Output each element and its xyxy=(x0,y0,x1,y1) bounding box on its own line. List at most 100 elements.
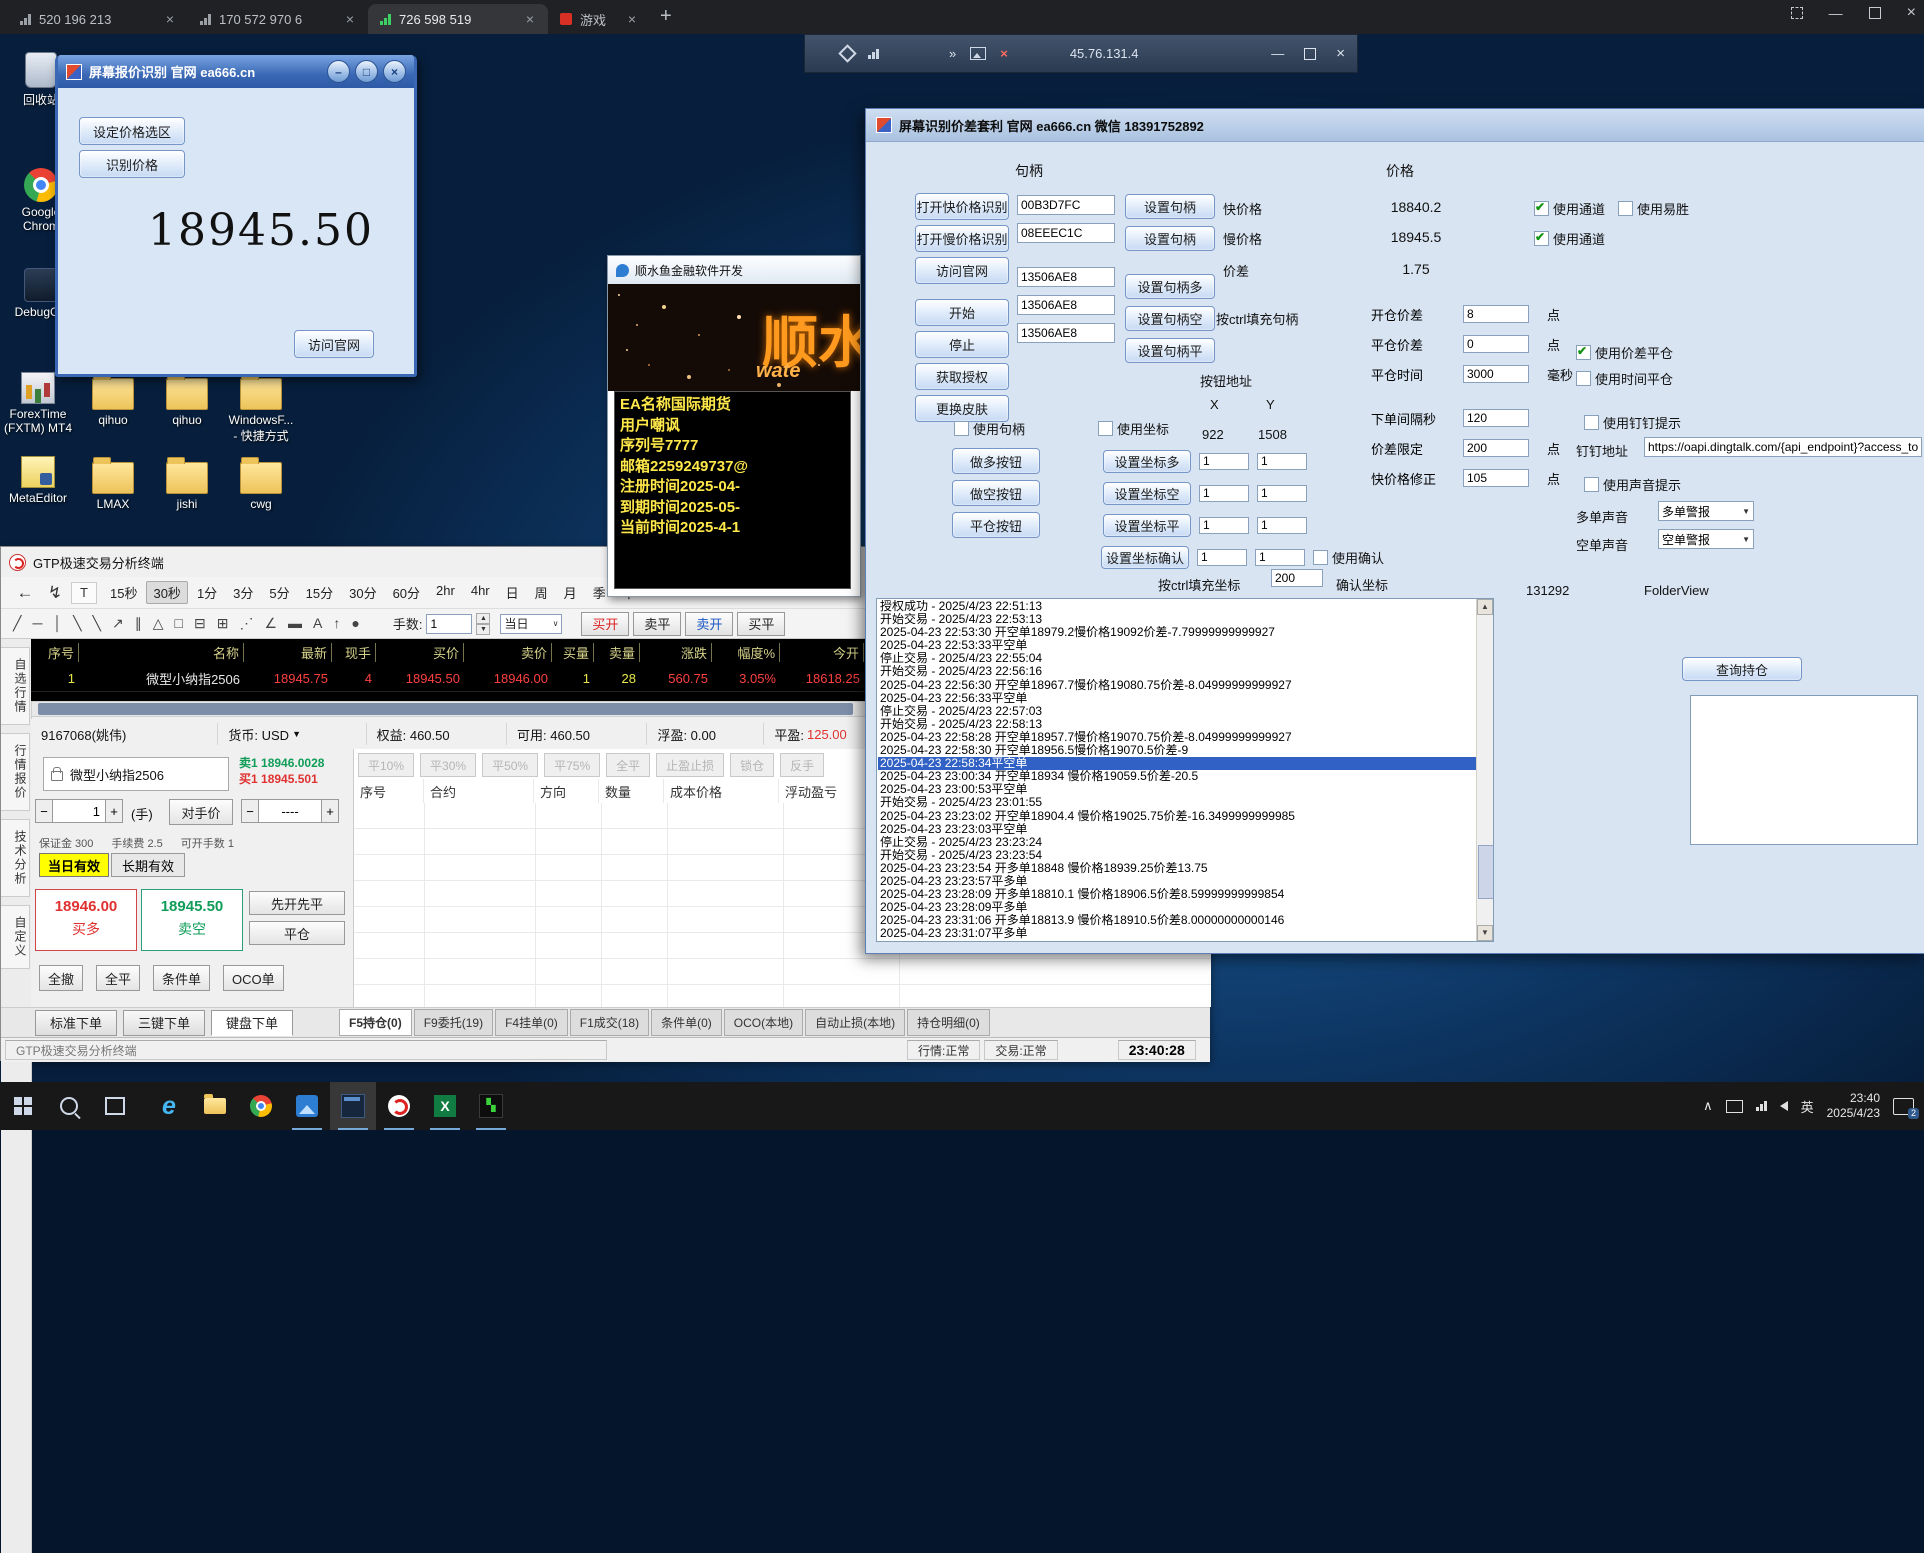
browser-tab-active[interactable]: 726 598 519 × xyxy=(368,4,548,34)
log-line[interactable]: 开始交易 - 2025/4/23 23:01:55 xyxy=(878,796,1476,809)
side-tab[interactable]: 行情报价 xyxy=(1,733,30,811)
close-percent-button[interactable]: 平10% xyxy=(358,753,414,777)
speaker-icon[interactable] xyxy=(1780,1101,1788,1111)
action-center-icon[interactable]: 2 xyxy=(1893,1098,1914,1115)
use-dingtalk-checkbox[interactable]: 使用钉钉提示 xyxy=(1584,413,1681,432)
pin-icon[interactable] xyxy=(838,44,856,62)
minus-button[interactable]: − xyxy=(35,799,53,823)
visit-website-button[interactable]: 访问官网 xyxy=(294,330,374,358)
setting-input[interactable] xyxy=(1463,439,1529,457)
position-listbox[interactable] xyxy=(1690,695,1918,845)
open-close-first-button[interactable]: 先开先平 xyxy=(249,891,345,915)
tray-expand-icon[interactable]: ∧ xyxy=(1703,1098,1713,1114)
sell-short-button[interactable]: 18945.50 卖空 xyxy=(141,889,243,951)
coord-x-input[interactable] xyxy=(1197,549,1247,566)
log-line[interactable]: 2025-04-23 22:53:30 开空单18979.2慢价格19092价差… xyxy=(878,626,1476,639)
validity-long-tab[interactable]: 长期有效 xyxy=(111,853,185,877)
log-line[interactable]: 2025-04-23 23:23:02 开空单18904.4 慢价格19025.… xyxy=(878,810,1476,823)
close-position-button[interactable]: 平仓 xyxy=(249,921,345,945)
log-line[interactable]: 开始交易 - 2025/4/23 22:56:16 xyxy=(878,665,1476,678)
timeframe-button[interactable]: 日 xyxy=(499,581,526,604)
taskbar-excel[interactable]: X xyxy=(422,1082,468,1130)
draw-tool-icon[interactable]: ● xyxy=(351,615,359,632)
go-long-button[interactable]: 做多按钮 xyxy=(952,448,1040,474)
coord-x-input[interactable] xyxy=(1199,485,1249,502)
log-line[interactable]: 2025-04-23 23:28:09 开多单18810.1 慢价格18906.… xyxy=(878,888,1476,901)
scroll-down-icon[interactable]: ▼ xyxy=(1477,925,1493,941)
desktop-icon-lmax[interactable]: LMAX xyxy=(78,456,148,511)
log-line[interactable]: 停止交易 - 2025/4/23 22:55:04 xyxy=(878,652,1476,665)
set-coord-long-button[interactable]: 设置坐标多 xyxy=(1103,450,1191,473)
minus-button[interactable]: − xyxy=(241,799,259,823)
draw-tool-icon[interactable]: ⋰ xyxy=(239,615,253,632)
plus-button[interactable]: + xyxy=(105,799,123,823)
quick-order-button[interactable]: 买开 xyxy=(581,612,629,636)
price-value[interactable]: ---- xyxy=(259,799,321,823)
close-percent-button[interactable]: 平30% xyxy=(420,753,476,777)
start-button[interactable] xyxy=(0,1082,46,1130)
scrollbar-thumb[interactable] xyxy=(1478,845,1494,899)
timeframe-button[interactable]: 周 xyxy=(528,581,555,604)
timeframe-button[interactable]: 3分 xyxy=(226,581,260,604)
timeframe-button[interactable]: 15分 xyxy=(299,581,340,604)
short-sound-dropdown[interactable]: 空单警报▼ xyxy=(1658,529,1754,549)
coord-y-input[interactable] xyxy=(1255,549,1305,566)
counter-price-button[interactable]: 对手价 xyxy=(169,799,233,825)
setting-input[interactable] xyxy=(1463,365,1529,383)
dingtalk-url-input[interactable] xyxy=(1644,437,1922,457)
qwin-title-bar[interactable]: 屏幕报价识别 官网 ea666.cn – □ × xyxy=(58,55,414,88)
draw-tool-icon[interactable]: ∥ xyxy=(135,615,142,632)
taskbar-gtp[interactable] xyxy=(376,1082,422,1130)
draw-tool-icon[interactable]: △ xyxy=(153,615,164,632)
function-tab[interactable]: 自动止损(本地) xyxy=(805,1009,905,1036)
order-misc-button[interactable]: OCO单 xyxy=(223,965,284,991)
log-line[interactable]: 停止交易 - 2025/4/23 22:57:03 xyxy=(878,705,1476,718)
browser-tab[interactable]: 520 196 213 × xyxy=(8,4,188,34)
draw-tool-icon[interactable]: ╲ xyxy=(93,615,101,632)
draw-tool-icon[interactable]: ⊞ xyxy=(217,615,229,632)
coord-y-input[interactable] xyxy=(1257,517,1307,534)
log-line[interactable]: 2025-04-23 23:00:34 开空单18934 慢价格19059.5价… xyxy=(878,770,1476,783)
quick-order-button[interactable]: 买平 xyxy=(737,612,785,636)
side-tab[interactable]: 自选行情 xyxy=(1,647,30,725)
timeframe-button[interactable]: 4hr xyxy=(464,581,497,604)
use-time-close-checkbox[interactable]: 使用时间平仓 xyxy=(1576,369,1673,388)
go-short-button[interactable]: 做空按钮 xyxy=(952,480,1040,506)
recognize-price-button[interactable]: 识别价格 xyxy=(79,150,185,178)
close-percent-button[interactable]: 锁仓 xyxy=(730,753,774,777)
arb-action-button[interactable]: 获取授权 xyxy=(915,363,1009,390)
coord-y-input[interactable] xyxy=(1257,453,1307,470)
line-chart-icon[interactable]: ↯ xyxy=(41,583,69,603)
fish-title-bar[interactable]: 顺水鱼金融软件开发 xyxy=(608,256,860,285)
minimize-button[interactable]: — xyxy=(1829,5,1843,21)
disconnect-icon[interactable]: × xyxy=(1000,46,1008,61)
setting-input[interactable] xyxy=(1463,409,1529,427)
set-coord-confirm-button[interactable]: 设置坐标确认 xyxy=(1101,546,1189,569)
timeframe-button[interactable]: 30秒 xyxy=(146,581,187,604)
timeframe-button[interactable]: 2hr xyxy=(429,581,462,604)
function-tab[interactable]: F4挂单(0) xyxy=(495,1009,568,1036)
timeframe-button[interactable]: 60分 xyxy=(386,581,427,604)
function-tab[interactable]: F9委托(19) xyxy=(414,1009,493,1036)
browser-tab[interactable]: 游戏 × xyxy=(548,4,650,34)
quick-order-button[interactable]: 卖开 xyxy=(685,612,733,636)
close-percent-button[interactable]: 止盈止损 xyxy=(656,753,724,777)
draw-tool-icon[interactable]: ▬ xyxy=(288,615,302,632)
use-handle-checkbox[interactable]: 使用句柄 xyxy=(954,419,1025,438)
monitor-icon[interactable] xyxy=(1726,1100,1743,1113)
set-coord-short-button[interactable]: 设置坐标空 xyxy=(1103,482,1191,505)
arb-title-bar[interactable]: 屏幕识别价差套利 官网 ea666.cn 微信 18391752892 xyxy=(866,109,1924,142)
use-yisheng-checkbox[interactable]: 使用易胜 xyxy=(1618,199,1689,218)
browser-tab[interactable]: 170 572 970 6 × xyxy=(188,4,368,34)
tab-close-icon[interactable]: × xyxy=(522,11,538,27)
minimize-button[interactable]: — xyxy=(1271,46,1284,61)
close-button[interactable]: × xyxy=(1907,4,1916,22)
taskbar-photos[interactable] xyxy=(284,1082,330,1130)
coord-x-input[interactable] xyxy=(1199,453,1249,470)
function-tab[interactable]: 条件单(0) xyxy=(651,1009,722,1036)
arb-action-button[interactable]: 打开快价格识别 xyxy=(915,193,1009,220)
desktop-icon-windowsf[interactable]: WindowsF... - 快捷方式 xyxy=(226,372,296,444)
side-tab[interactable]: 自定义 xyxy=(1,905,30,969)
set-handle-button[interactable]: 设置句柄空 xyxy=(1125,306,1215,331)
currency-dropdown[interactable]: 货币: USD▼ xyxy=(218,723,366,745)
